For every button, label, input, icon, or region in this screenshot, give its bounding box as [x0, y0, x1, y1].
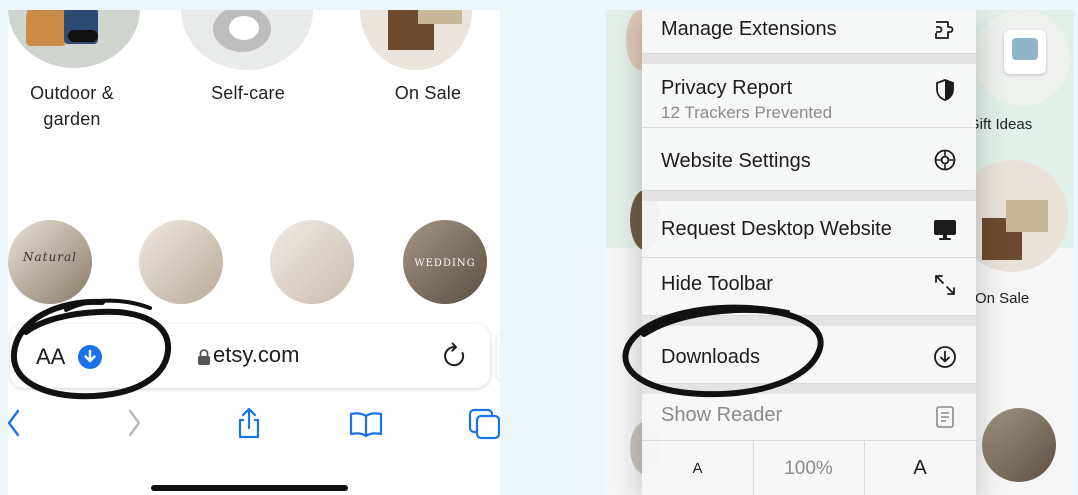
- url-text[interactable]: etsy.com: [213, 342, 299, 368]
- page-menu: Manage Extensions Privacy Report 12 Trac…: [642, 10, 976, 495]
- menu-item-label: Show Reader: [661, 404, 783, 426]
- category-image-self-care[interactable]: [181, 10, 313, 70]
- menu-item-label: Privacy Report: [661, 77, 793, 99]
- chevron-right-icon[interactable]: [126, 408, 142, 443]
- extension-icon: [932, 17, 958, 43]
- decrease-text-size-button[interactable]: A: [642, 441, 753, 495]
- tabs-icon[interactable]: [468, 408, 500, 445]
- menu-item-label: Manage Extensions: [661, 18, 837, 40]
- reader-icon: [932, 404, 958, 430]
- wedding-photo[interactable]: [982, 408, 1056, 482]
- photo-overlay-text: Natural: [23, 250, 77, 264]
- on-sale-label[interactable]: On Sale: [975, 290, 1029, 307]
- photo-preset-3[interactable]: [270, 220, 354, 304]
- increase-text-size-button[interactable]: A: [864, 441, 976, 495]
- expand-icon: [932, 272, 958, 298]
- menu-separator: [642, 54, 976, 64]
- gear-icon: [932, 147, 958, 173]
- left-safari-screen: Outdoor & garden Self-care On Sale Natur…: [8, 10, 500, 495]
- trackers-prevented-text: 12 Trackers Prevented: [661, 103, 833, 122]
- share-icon[interactable]: [234, 406, 264, 445]
- shield-icon: [932, 77, 958, 103]
- desktop-icon: [932, 216, 958, 242]
- home-indicator: [151, 485, 348, 491]
- menu-item-website-settings[interactable]: Website Settings: [642, 128, 976, 191]
- zoom-level-button[interactable]: 100%: [753, 441, 864, 495]
- zoom-controls: A 100% A: [642, 440, 976, 495]
- right-safari-screen: Gift Ideas On Sale Manage Extensions Pri…: [606, 10, 1074, 495]
- annotation-circle: [10, 298, 172, 400]
- menu-item-manage-extensions[interactable]: Manage Extensions: [642, 10, 976, 54]
- menu-item-privacy-report[interactable]: Privacy Report 12 Trackers Prevented: [642, 64, 976, 128]
- category-label-self-care[interactable]: Self-care: [188, 80, 308, 106]
- menu-item-label: Request Desktop Website: [661, 218, 892, 240]
- photo-overlay-text: WEDDING: [414, 258, 476, 269]
- gift-ideas-label[interactable]: Gift Ideas: [968, 116, 1032, 133]
- menu-separator: [642, 191, 976, 201]
- menu-item-label: Hide Toolbar: [661, 273, 773, 295]
- gift-ideas-image[interactable]: [974, 10, 1070, 106]
- category-label-on-sale[interactable]: On Sale: [368, 80, 488, 106]
- chevron-left-icon[interactable]: [8, 408, 22, 443]
- book-icon[interactable]: [348, 410, 384, 443]
- category-label-outdoor[interactable]: Outdoor & garden: [12, 80, 132, 132]
- photo-preset-4[interactable]: WEDDING: [403, 220, 487, 304]
- next-tab-peek[interactable]: [497, 332, 500, 382]
- lock-icon: [197, 348, 211, 371]
- menu-item-request-desktop-website[interactable]: Request Desktop Website: [642, 201, 976, 258]
- annotation-circle: [622, 304, 824, 398]
- download-icon: [932, 344, 958, 370]
- category-image-on-sale[interactable]: [360, 10, 472, 70]
- reload-icon[interactable]: [442, 342, 468, 375]
- menu-item-label: Website Settings: [661, 150, 811, 172]
- category-image-outdoor[interactable]: [8, 10, 140, 68]
